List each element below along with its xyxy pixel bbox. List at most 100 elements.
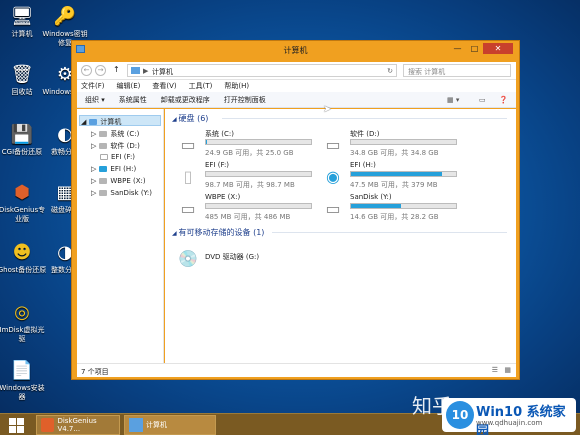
drive-item[interactable]: ▭ 系统 (C:) 24.9 GB 可用，共 25.0 GB bbox=[175, 129, 315, 159]
menu-tools[interactable]: 工具(T) bbox=[189, 80, 213, 92]
up-button[interactable]: ↑ bbox=[113, 65, 120, 74]
dvd-drive-item[interactable]: 💿 DVD 驱动器 (G:) bbox=[175, 243, 315, 273]
hdd-icon: ▭ bbox=[325, 134, 341, 154]
nav-item-label: EFI (H:) bbox=[110, 165, 137, 173]
desktop-icon-label: DiskGenius专业版 bbox=[0, 206, 46, 223]
content-pane: ◢ 硬盘 (6) ▭ 系统 (C:) 24.9 GB 可用，共 25.0 GB … bbox=[165, 109, 516, 363]
back-button[interactable]: ← bbox=[81, 65, 92, 76]
start-button[interactable] bbox=[4, 417, 28, 433]
preview-pane-icon[interactable]: ▭ bbox=[479, 92, 486, 108]
hdd-icon: ▭ bbox=[180, 134, 196, 154]
group-label: 硬盘 (6) bbox=[178, 114, 209, 123]
nav-item-x[interactable]: ▷ WBPE (X:) bbox=[91, 177, 146, 185]
desktop-icon-label: Windows安装器 bbox=[0, 384, 45, 401]
computer-icon: 🖥 bbox=[10, 5, 34, 27]
nav-item-label: WBPE (X:) bbox=[110, 177, 146, 185]
dvd-drive-icon: 💿 bbox=[178, 248, 198, 268]
drive-name: 软件 (D:) bbox=[350, 130, 380, 138]
imdisk-icon: ◎ bbox=[14, 301, 30, 323]
explorer-window: 计算机 — □ ✕ ← → ↑ ▶ 计算机 ↻ 搜索 计算机 文件(F) 编辑(… bbox=[71, 40, 520, 380]
hdd-icon: ▭ bbox=[325, 198, 341, 218]
chevron-right-icon: ▷ bbox=[91, 142, 97, 150]
capacity-bar bbox=[350, 139, 457, 145]
nav-item-computer[interactable]: ◢ 计算机 bbox=[81, 117, 121, 127]
drive-size: 98.7 MB 可用，共 98.7 MB bbox=[205, 181, 295, 189]
desktop-icon-installer[interactable]: 📄 Windows安装器 bbox=[0, 358, 47, 402]
path-box[interactable]: ▶ 计算机 ↻ bbox=[127, 64, 397, 77]
refresh-icon[interactable]: ↻ bbox=[387, 67, 393, 75]
taskbar-item-label: DiskGenius V4.7... bbox=[57, 417, 97, 433]
nav-item-label: 计算机 bbox=[100, 118, 122, 126]
desktop-icon-label: 回收站 bbox=[11, 88, 33, 96]
installer-icon: 📄 bbox=[10, 359, 34, 381]
drive-icon bbox=[99, 190, 108, 196]
nav-item-y[interactable]: ▷ SanDisk (Y:) bbox=[91, 189, 152, 197]
address-bar: ← → ↑ ▶ 计算机 ↻ 搜索 计算机 bbox=[77, 62, 516, 80]
menu-file[interactable]: 文件(F) bbox=[81, 80, 105, 92]
drive-item[interactable]: ◉ EFI (H:) 47.5 MB 可用，共 379 MB bbox=[320, 161, 460, 191]
forward-button[interactable]: → bbox=[95, 65, 106, 76]
cgi-icon: 💾 bbox=[10, 123, 34, 145]
key-icon: 🔑 bbox=[53, 5, 77, 27]
capacity-fill bbox=[351, 204, 402, 208]
details-view-icon[interactable]: ☰ bbox=[492, 366, 498, 374]
capacity-bar bbox=[205, 139, 312, 145]
chevron-down-icon: ◢ bbox=[81, 118, 87, 126]
drive-icon bbox=[99, 143, 108, 149]
large-icons-view-icon[interactable]: ▦ bbox=[504, 366, 511, 374]
system-properties-button[interactable]: 系统属性 bbox=[119, 92, 147, 107]
title-bar[interactable]: 计算机 — □ ✕ bbox=[72, 41, 519, 61]
uninstall-button[interactable]: 卸载或更改程序 bbox=[161, 92, 210, 107]
drive-item[interactable]: ▯ EFI (F:) 98.7 MB 可用，共 98.7 MB bbox=[175, 161, 315, 191]
usb-drive-icon: ◉ bbox=[326, 166, 340, 186]
view-options-icon[interactable]: ▦ ▾ bbox=[447, 92, 459, 108]
nav-item-label: 软件 (D:) bbox=[110, 142, 140, 150]
nav-item-d[interactable]: ▷ 软件 (D:) bbox=[91, 141, 140, 151]
computer-icon bbox=[129, 418, 143, 432]
computer-icon bbox=[131, 67, 140, 74]
nav-item-label: EFI (F:) bbox=[111, 153, 136, 161]
search-input[interactable]: 搜索 计算机 bbox=[403, 64, 511, 77]
group-label: 有可移动存储的设备 (1) bbox=[178, 228, 265, 237]
nav-item-c[interactable]: ▷ 系统 (C:) bbox=[91, 129, 139, 139]
group-header-removable[interactable]: ◢ 有可移动存储的设备 (1) bbox=[172, 227, 507, 238]
path-separator: ▶ bbox=[143, 67, 149, 75]
win10-logo-icon: 10 bbox=[446, 401, 474, 429]
organize-button[interactable]: 组织 ▾ bbox=[85, 92, 105, 107]
minimize-button[interactable]: — bbox=[449, 43, 466, 54]
nav-item-h[interactable]: ▷ EFI (H:) bbox=[91, 165, 136, 173]
capacity-bar bbox=[350, 203, 457, 209]
drive-item[interactable]: ▭ SanDisk (Y:) 14.6 GB 可用，共 28.2 GB bbox=[320, 193, 460, 223]
drive-item[interactable]: ▭ 软件 (D:) 34.8 GB 可用，共 34.8 GB bbox=[320, 129, 460, 159]
maximize-button[interactable]: □ bbox=[466, 43, 483, 54]
menu-edit[interactable]: 编辑(E) bbox=[117, 80, 141, 92]
chevron-right-icon: ▷ bbox=[91, 165, 97, 173]
capacity-fill bbox=[351, 172, 443, 176]
drive-name: WBPE (X:) bbox=[205, 193, 241, 201]
taskbar-item-label: 计算机 bbox=[146, 421, 167, 429]
menu-view[interactable]: 查看(V) bbox=[152, 80, 176, 92]
desktop-icon-label: ImDisk虚拟光驱 bbox=[0, 326, 45, 343]
breadcrumb[interactable]: 计算机 bbox=[152, 67, 173, 77]
navigation-pane: ◢ 计算机 ▷ 系统 (C:) ▷ 软件 (D:) EFI (F:) ▷ EFI… bbox=[77, 109, 164, 363]
group-header-hdd[interactable]: ◢ 硬盘 (6) bbox=[172, 113, 507, 124]
item-count: 7 个项目 bbox=[81, 368, 109, 376]
chevron-right-icon: ▷ bbox=[91, 130, 97, 138]
control-panel-button[interactable]: 打开控制面板 bbox=[224, 92, 266, 107]
help-icon[interactable]: ❓ bbox=[499, 92, 508, 108]
menu-help[interactable]: 帮助(H) bbox=[224, 80, 249, 92]
drive-item[interactable]: ▭ WBPE (X:) 485 MB 可用，共 486 MB bbox=[175, 193, 315, 223]
close-button[interactable]: ✕ bbox=[483, 43, 513, 54]
command-bar: 组织 ▾ 系统属性 卸载或更改程序 打开控制面板 ▦ ▾ ▭ ❓ bbox=[77, 92, 516, 108]
menu-bar: 文件(F) 编辑(E) 查看(V) 工具(T) 帮助(H) bbox=[77, 80, 516, 92]
file-icon: ▯ bbox=[183, 166, 193, 186]
drive-name: EFI (F:) bbox=[205, 161, 230, 169]
taskbar-item-diskgenius[interactable]: DiskGenius V4.7... bbox=[36, 415, 120, 435]
desktop-icon-imdisk[interactable]: ◎ ImDisk虚拟光驱 bbox=[0, 300, 47, 344]
nav-item-f[interactable]: EFI (F:) bbox=[91, 153, 135, 161]
drive-size: 34.8 GB 可用，共 34.8 GB bbox=[350, 149, 439, 157]
brand-logo: 10 Win10 系统家园 www.qdhuajin.com bbox=[442, 398, 576, 435]
drive-size: 24.9 GB 可用，共 25.0 GB bbox=[205, 149, 294, 157]
capacity-bar bbox=[205, 171, 312, 177]
taskbar-item-computer[interactable]: 计算机 bbox=[124, 415, 216, 435]
